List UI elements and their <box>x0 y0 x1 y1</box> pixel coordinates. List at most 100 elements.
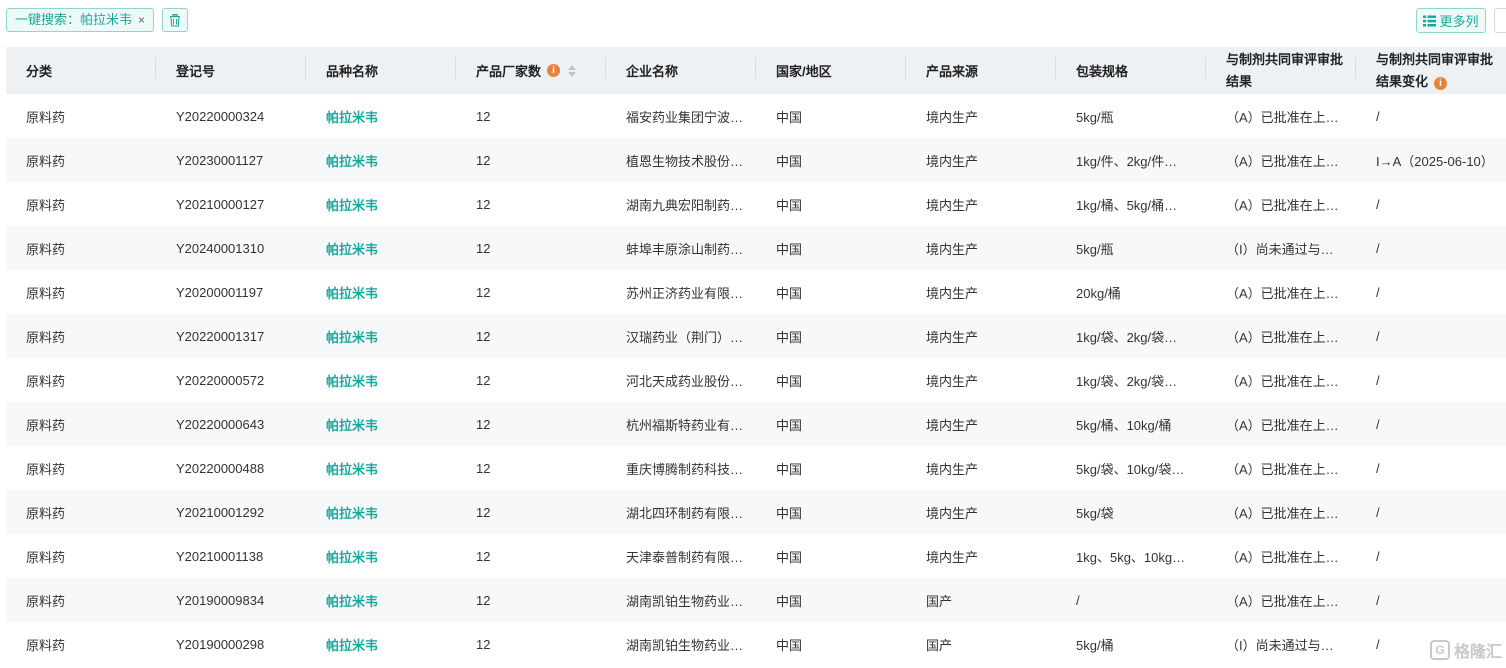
cell-company[interactable]: 杭州福斯特药业有… <box>606 415 756 434</box>
cell-variety-link[interactable]: 帕拉米韦 <box>306 195 456 214</box>
cell-reg-no[interactable]: Y20240001310 <box>156 241 306 256</box>
table-row[interactable]: 原料药 Y20210000127 帕拉米韦 12 湖南九典宏阳制药… 中国 境内生产 1kg/… <box>6 182 1506 226</box>
cell-review-result: （A）已批准在上… <box>1226 153 1339 169</box>
cell-package: / <box>1076 592 1080 608</box>
cell-company[interactable]: 湖南凯铂生物药业… <box>606 591 756 610</box>
cell-variety-link[interactable]: 帕拉米韦 <box>306 635 456 654</box>
more-columns-button[interactable]: 更多列 <box>1416 8 1486 33</box>
cell-maker-count: 12 <box>476 416 491 432</box>
cell-company[interactable]: 天津泰普制药有限… <box>606 547 756 566</box>
cell-company[interactable]: 汉瑞药业（荆门）… <box>606 327 756 346</box>
search-tag[interactable]: 一键搜索：帕拉米韦 × <box>6 8 155 32</box>
cell-variety-link[interactable]: 帕拉米韦 <box>306 371 456 390</box>
cell-company[interactable]: 河北天成药业股份… <box>606 371 756 390</box>
cell-variety-link[interactable]: 帕拉米韦 <box>306 239 456 258</box>
cell-review-result: （A）已批准在上… <box>1226 285 1339 301</box>
info-icon[interactable]: i <box>547 64 561 77</box>
table-row[interactable]: 原料药 Y20220000324 帕拉米韦 12 福安药业集团宁波… 中国 境内生产 5kg/… <box>6 94 1506 138</box>
info-icon[interactable]: i <box>1434 76 1448 90</box>
extra-toolbar-button[interactable] <box>1494 8 1506 33</box>
trash-icon <box>170 13 180 27</box>
cell-maker-count: 12 <box>476 548 491 564</box>
cell-review-change: / <box>1376 196 1380 212</box>
cell-reg-no[interactable]: Y20230001127 <box>156 153 306 168</box>
cell-reg-no[interactable]: Y20220000488 <box>156 461 306 476</box>
clear-filters-button[interactable] <box>162 8 188 32</box>
col-header-label: 国家/地区 <box>776 64 832 79</box>
cell-company[interactable]: 植恩生物技术股份… <box>606 151 756 170</box>
cell-reg-no[interactable]: Y20200001197 <box>156 285 306 300</box>
table-row[interactable]: 原料药 Y20190009834 帕拉米韦 12 湖南凯铂生物药业… 中国 国产 / （A）已批… <box>6 578 1506 622</box>
cell-package: 5kg/桶 <box>1076 637 1114 653</box>
cell-reg-no[interactable]: Y20190009834 <box>156 593 306 608</box>
cell-variety-link[interactable]: 帕拉米韦 <box>306 415 456 434</box>
cell-variety-link[interactable]: 帕拉米韦 <box>306 547 456 566</box>
cell-variety-link[interactable]: 帕拉米韦 <box>306 151 456 170</box>
cell-company[interactable]: 蚌埠丰原涂山制药… <box>606 239 756 258</box>
cell-review-change: / <box>1376 592 1380 608</box>
watermark-logo: G 格隆汇 <box>1430 638 1502 662</box>
table-row[interactable]: 原料药 Y20190000298 帕拉米韦 12 湖南凯铂生物药业… 中国 国产 5kg/桶 （… <box>6 622 1506 666</box>
col-header-company: 企业名称 <box>606 47 756 94</box>
table-row[interactable]: 原料药 Y20240001310 帕拉米韦 12 蚌埠丰原涂山制药… 中国 境内生产 5kg/… <box>6 226 1506 270</box>
cell-variety-link[interactable]: 帕拉米韦 <box>306 327 456 346</box>
col-header-maker-count[interactable]: 产品厂家数 i <box>456 47 606 94</box>
more-columns-label: 更多列 <box>1439 14 1479 29</box>
cell-source: 国产 <box>926 637 953 653</box>
cell-category: 原料药 <box>26 461 66 477</box>
table-row[interactable]: 原料药 Y20210001292 帕拉米韦 12 湖北四环制药有限… 中国 境内生产 5kg/… <box>6 490 1506 534</box>
cell-reg-no[interactable]: Y20190000298 <box>156 637 306 652</box>
table-row[interactable]: 原料药 Y20220000643 帕拉米韦 12 杭州福斯特药业有… 中国 境内生产 5kg/… <box>6 402 1506 446</box>
table-row[interactable]: 原料药 Y20200001197 帕拉米韦 12 苏州正济药业有限… 中国 境内生产 20kg… <box>6 270 1506 314</box>
col-header-review-result: 与制剂共同审评审批 结果 <box>1206 47 1356 94</box>
cell-reg-no[interactable]: Y20210001138 <box>156 549 306 564</box>
cell-category: 原料药 <box>26 373 66 389</box>
col-header-label-line2-wrap: 结果变化 i <box>1376 71 1448 93</box>
cell-review-result: （I）尚未通过与… <box>1226 637 1334 653</box>
cell-reg-no[interactable]: Y20210001292 <box>156 505 306 520</box>
table-row[interactable]: 原料药 Y20220001317 帕拉米韦 12 汉瑞药业（荆门）… 中国 境内生产 1kg/… <box>6 314 1506 358</box>
table-row[interactable]: 原料药 Y20210001138 帕拉米韦 12 天津泰普制药有限… 中国 境内生产 1kg、… <box>6 534 1506 578</box>
cell-reg-no[interactable]: Y20220000324 <box>156 109 306 124</box>
cell-country: 中国 <box>776 593 803 609</box>
sort-icon[interactable] <box>568 64 577 77</box>
cell-company[interactable]: 湖南凯铂生物药业… <box>606 635 756 654</box>
cell-review-change: / <box>1376 108 1380 124</box>
table-row[interactable]: 原料药 Y20220000488 帕拉米韦 12 重庆博腾制药科技… 中国 境内生产 5kg/… <box>6 446 1506 490</box>
cell-package: 1kg/桶、5kg/桶… <box>1076 197 1178 213</box>
cell-country: 中国 <box>776 197 803 213</box>
cell-country: 中国 <box>776 241 803 257</box>
cell-variety-link[interactable]: 帕拉米韦 <box>306 107 456 126</box>
cell-reg-no[interactable]: Y20220000643 <box>156 417 306 432</box>
cell-category: 原料药 <box>26 109 66 125</box>
cell-category: 原料药 <box>26 241 66 257</box>
cell-variety-link[interactable]: 帕拉米韦 <box>306 459 456 478</box>
cell-reg-no[interactable]: Y20220001317 <box>156 329 306 344</box>
cell-variety-link[interactable]: 帕拉米韦 <box>306 283 456 302</box>
table-row[interactable]: 原料药 Y20220000572 帕拉米韦 12 河北天成药业股份… 中国 境内生产 1kg/… <box>6 358 1506 402</box>
cell-review-result: （A）已批准在上… <box>1226 593 1339 609</box>
cell-company[interactable]: 湖北四环制药有限… <box>606 503 756 522</box>
cell-maker-count: 12 <box>476 328 491 344</box>
cell-company[interactable]: 重庆博腾制药科技… <box>606 459 756 478</box>
cell-reg-no[interactable]: Y20210000127 <box>156 197 306 212</box>
col-header-package: 包装规格 <box>1056 47 1206 94</box>
cell-category: 原料药 <box>26 505 66 521</box>
cell-company[interactable]: 湖南九典宏阳制药… <box>606 195 756 214</box>
cell-reg-no[interactable]: Y20220000572 <box>156 373 306 388</box>
cell-company[interactable]: 福安药业集团宁波… <box>606 107 756 126</box>
cell-country: 中国 <box>776 417 803 433</box>
cell-country: 中国 <box>776 505 803 521</box>
cell-package: 20kg/桶 <box>1076 285 1121 301</box>
search-tag-label: 一键搜索：帕拉米韦 <box>15 12 133 27</box>
cell-category: 原料药 <box>26 197 66 213</box>
cell-country: 中国 <box>776 285 803 301</box>
cell-variety-link[interactable]: 帕拉米韦 <box>306 591 456 610</box>
table-row[interactable]: 原料药 Y20230001127 帕拉米韦 12 植恩生物技术股份… 中国 境内生产 1kg/… <box>6 138 1506 182</box>
cell-maker-count: 12 <box>476 460 491 476</box>
cell-variety-link[interactable]: 帕拉米韦 <box>306 503 456 522</box>
cell-source: 境内生产 <box>926 153 979 169</box>
close-icon[interactable]: × <box>138 8 145 32</box>
cell-company[interactable]: 苏州正济药业有限… <box>606 283 756 302</box>
col-header-label: 产品厂家数 <box>476 64 542 79</box>
